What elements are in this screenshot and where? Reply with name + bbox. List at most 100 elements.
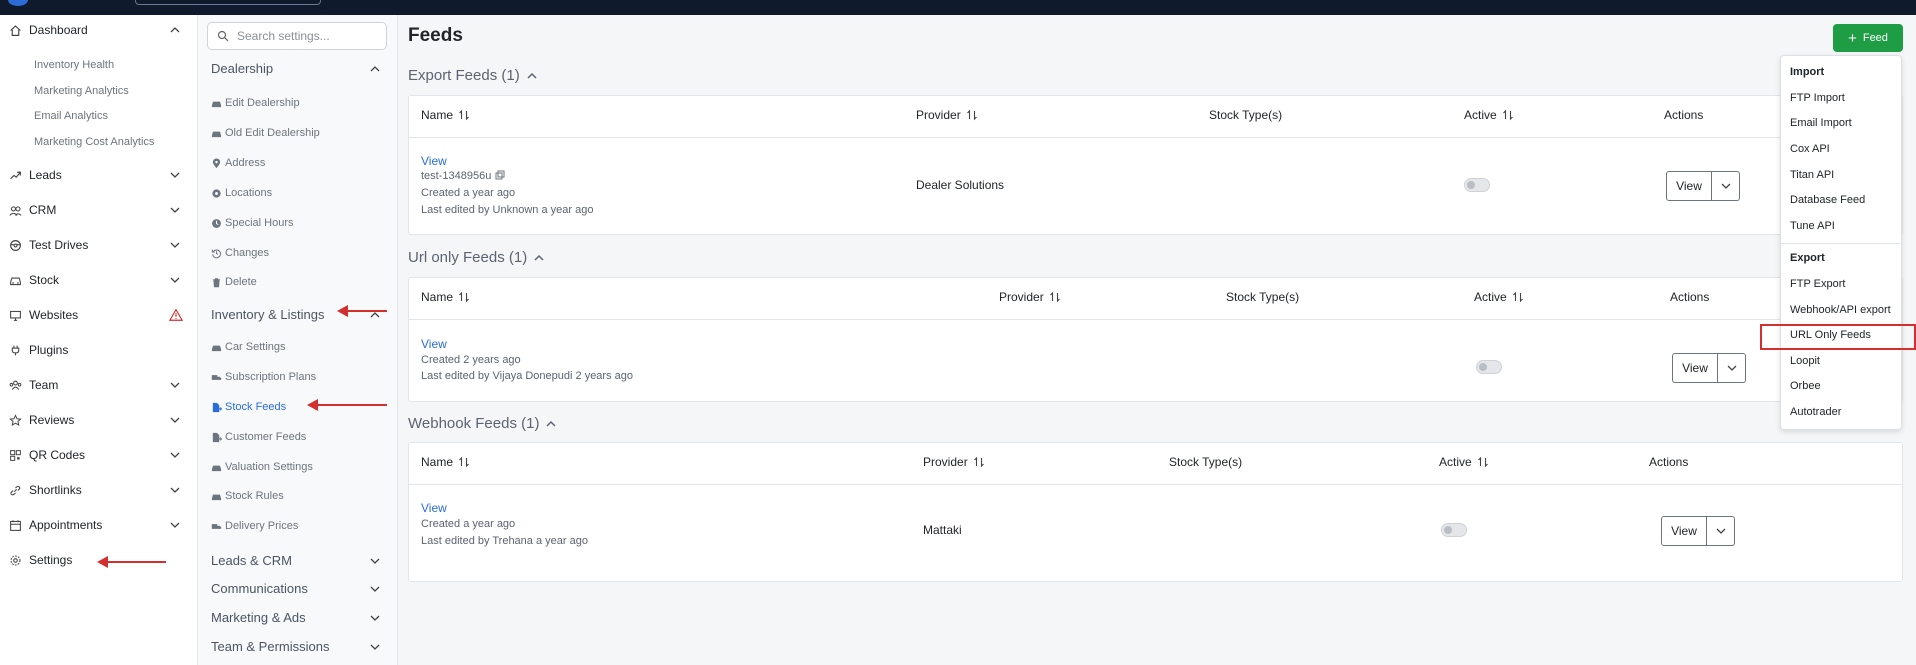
settings-item-special-hours[interactable]: Special Hours xyxy=(211,213,293,233)
settings-item-address[interactable]: Address xyxy=(211,153,265,173)
settings-item-edit-dealership[interactable]: Edit Dealership xyxy=(211,93,300,113)
settings-search-input[interactable] xyxy=(235,27,383,45)
menu-item-loopit[interactable]: Loopit xyxy=(1790,355,1820,367)
sort-icon[interactable] xyxy=(966,109,978,121)
chevron-down-icon[interactable] xyxy=(169,204,181,216)
menu-item-cox-api[interactable]: Cox API xyxy=(1790,143,1830,155)
column-name[interactable]: Name xyxy=(421,290,470,304)
column-provider[interactable]: Provider xyxy=(916,108,978,122)
chevron-down-icon[interactable] xyxy=(169,519,181,531)
nav-reviews[interactable]: Reviews xyxy=(0,405,198,435)
add-feed-button[interactable]: + Feed xyxy=(1833,24,1903,52)
menu-item-ftp-import[interactable]: FTP Import xyxy=(1790,92,1845,104)
menu-item-database-feed[interactable]: Database Feed xyxy=(1790,194,1865,206)
chevron-up-icon[interactable] xyxy=(169,24,181,36)
settings-item-locations[interactable]: Locations xyxy=(211,183,272,203)
sort-icon[interactable] xyxy=(458,456,470,468)
settings-group-communications[interactable]: Communications xyxy=(211,578,391,600)
nav-websites[interactable]: Websites xyxy=(0,300,198,330)
actions-dropdown-toggle[interactable] xyxy=(1707,516,1735,546)
nav-sub-marketing-analytics[interactable]: Marketing Analytics xyxy=(34,81,129,101)
settings-item-stock-rules[interactable]: Stock Rules xyxy=(211,486,284,506)
view-link[interactable]: View xyxy=(421,337,447,351)
chevron-down-icon[interactable] xyxy=(169,449,181,461)
menu-item-titan-api[interactable]: Titan API xyxy=(1790,169,1834,181)
view-link[interactable]: View xyxy=(421,154,447,168)
menu-item-webhook-api-export[interactable]: Webhook/API export xyxy=(1790,304,1891,316)
nav-plugins[interactable]: Plugins xyxy=(0,335,198,365)
nav-sub-email-analytics[interactable]: Email Analytics xyxy=(34,106,108,126)
section-url-only-feeds-title[interactable]: Url only Feeds (1) xyxy=(408,249,545,266)
actions-split-button[interactable]: View xyxy=(1661,516,1735,546)
section-webhook-feeds-title[interactable]: Webhook Feeds (1) xyxy=(408,415,557,432)
section-export-feeds-title[interactable]: Export Feeds (1) xyxy=(408,67,538,84)
chevron-down-icon[interactable] xyxy=(169,274,181,286)
actions-split-button[interactable]: View xyxy=(1666,171,1740,201)
nav-test-drives[interactable]: Test Drives xyxy=(0,230,198,260)
nav-sub-inventory-health[interactable]: Inventory Health xyxy=(34,55,114,75)
active-toggle[interactable] xyxy=(1476,360,1502,374)
global-search-input[interactable] xyxy=(135,0,321,5)
column-active[interactable]: Active xyxy=(1439,455,1489,469)
actions-dropdown-toggle[interactable] xyxy=(1718,353,1746,383)
menu-item-autotrader[interactable]: Autotrader xyxy=(1790,406,1841,418)
sort-icon[interactable] xyxy=(458,109,470,121)
chevron-up-icon[interactable] xyxy=(526,70,538,82)
column-name[interactable]: Name xyxy=(421,455,470,469)
sort-icon[interactable] xyxy=(1512,291,1524,303)
chevron-down-icon[interactable] xyxy=(369,555,381,567)
settings-item-changes[interactable]: Changes xyxy=(211,243,269,263)
column-active[interactable]: Active xyxy=(1464,108,1514,122)
settings-group-dealership[interactable]: Dealership xyxy=(211,58,391,80)
settings-item-stock-feeds[interactable]: Stock Feeds xyxy=(211,397,286,417)
sort-icon[interactable] xyxy=(973,456,985,468)
settings-item-subscription-plans[interactable]: Subscription Plans xyxy=(211,367,316,387)
copy-icon[interactable] xyxy=(495,170,505,180)
nav-team[interactable]: Team xyxy=(0,370,198,400)
chevron-down-icon[interactable] xyxy=(169,169,181,181)
nav-crm[interactable]: CRM xyxy=(0,195,198,225)
nav-sub-marketing-cost-analytics[interactable]: Marketing Cost Analytics xyxy=(34,132,154,152)
actions-dropdown-toggle[interactable] xyxy=(1712,171,1740,201)
nav-dashboard[interactable]: Dashboard xyxy=(0,15,198,45)
nav-shortlinks[interactable]: Shortlinks xyxy=(0,475,198,505)
view-button[interactable]: View xyxy=(1672,353,1718,383)
chevron-up-icon[interactable] xyxy=(533,252,545,264)
view-button[interactable]: View xyxy=(1666,171,1712,201)
sort-icon[interactable] xyxy=(1502,109,1514,121)
menu-item-email-import[interactable]: Email Import xyxy=(1790,117,1852,129)
nav-leads[interactable]: Leads xyxy=(0,160,198,190)
settings-item-car-settings[interactable]: Car Settings xyxy=(211,337,286,357)
nav-appointments[interactable]: Appointments xyxy=(0,510,198,540)
nav-stock[interactable]: Stock xyxy=(0,265,198,295)
nav-qr-codes[interactable]: QR Codes xyxy=(0,440,198,470)
chevron-down-icon[interactable] xyxy=(169,484,181,496)
settings-group-marketing-ads[interactable]: Marketing & Ads xyxy=(211,607,391,629)
settings-group-team-permissions[interactable]: Team & Permissions xyxy=(211,636,391,658)
sort-icon[interactable] xyxy=(1049,291,1061,303)
settings-item-customer-feeds[interactable]: Customer Feeds xyxy=(211,427,306,447)
column-active[interactable]: Active xyxy=(1474,290,1524,304)
view-button[interactable]: View xyxy=(1661,516,1707,546)
actions-split-button[interactable]: View xyxy=(1672,353,1746,383)
chevron-down-icon[interactable] xyxy=(369,612,381,624)
chevron-up-icon[interactable] xyxy=(369,63,381,75)
settings-item-delivery-prices[interactable]: Delivery Prices xyxy=(211,516,298,536)
menu-item-orbee[interactable]: Orbee xyxy=(1790,380,1821,392)
chevron-down-icon[interactable] xyxy=(169,379,181,391)
chevron-down-icon[interactable] xyxy=(369,641,381,653)
settings-item-old-edit-dealership[interactable]: Old Edit Dealership xyxy=(211,123,320,143)
sort-icon[interactable] xyxy=(458,291,470,303)
column-name[interactable]: Name xyxy=(421,108,470,122)
chevron-down-icon[interactable] xyxy=(369,583,381,595)
column-provider[interactable]: Provider xyxy=(999,290,1061,304)
settings-search[interactable] xyxy=(207,22,387,50)
chevron-down-icon[interactable] xyxy=(169,414,181,426)
chevron-up-icon[interactable] xyxy=(545,418,557,430)
menu-item-ftp-export[interactable]: FTP Export xyxy=(1790,278,1845,290)
active-toggle[interactable] xyxy=(1441,523,1467,537)
view-link[interactable]: View xyxy=(421,501,447,515)
column-provider[interactable]: Provider xyxy=(923,455,985,469)
active-toggle[interactable] xyxy=(1464,178,1490,192)
menu-item-tune-api[interactable]: Tune API xyxy=(1790,220,1835,232)
